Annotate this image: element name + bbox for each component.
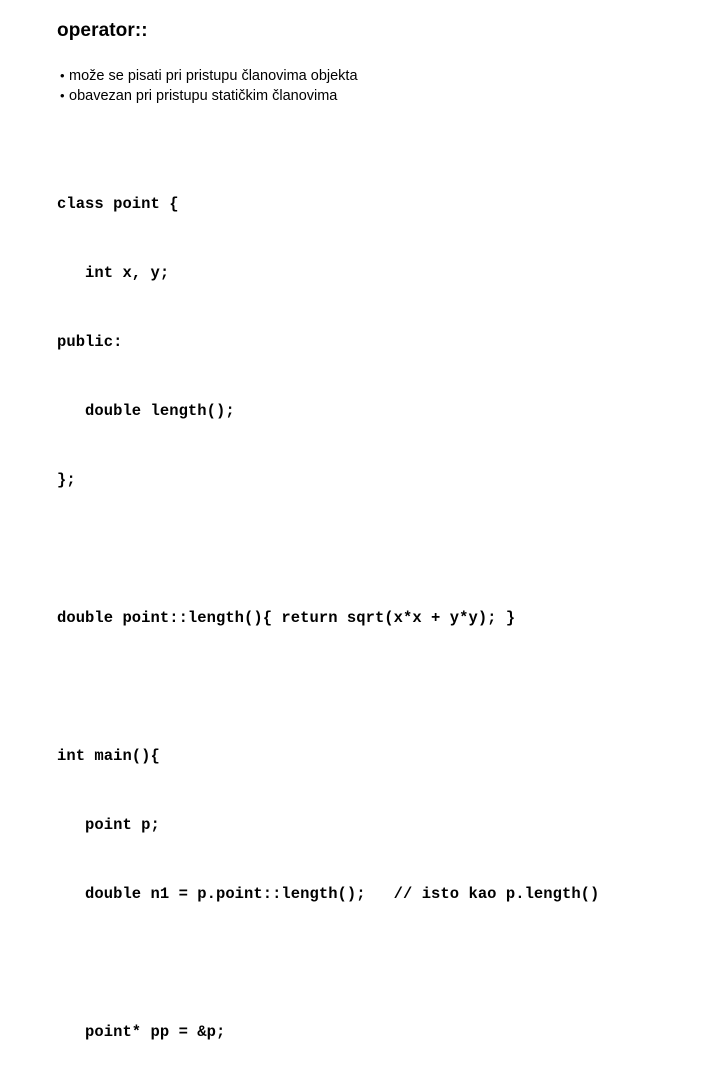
code-line: public:	[57, 333, 123, 351]
page-title: operator::	[57, 20, 148, 41]
bullet-list: • može se pisati pri pristupu članovima …	[60, 66, 660, 106]
list-item-label: obavezan pri pristupu statičkim članovim…	[69, 88, 338, 104]
list-item: • može se pisati pri pristupu članovima …	[60, 66, 660, 86]
code-line: double length();	[57, 402, 235, 420]
code-line: int x, y;	[57, 264, 170, 282]
code-line: };	[57, 471, 76, 489]
list-item-label: može se pisati pri pristupu članovima ob…	[69, 68, 358, 84]
code-line: double point::length(){ return sqrt(x*x …	[57, 609, 516, 627]
code-block: class point { int x, y; public: double l…	[57, 147, 618, 1080]
code-line: point* pp = &p;	[57, 1023, 226, 1041]
code-line: class point {	[57, 195, 179, 213]
list-item: • obavezan pri pristupu statičkim članov…	[60, 86, 660, 106]
slide-canvas: operator:: • može se pisati pri pristupu…	[0, 0, 720, 1041]
code-line: point p;	[57, 816, 160, 834]
bullet-point-icon: •	[60, 88, 65, 103]
code-line: double n1 = p.point::length(); // isto k…	[57, 885, 600, 903]
code-line: int main(){	[57, 747, 160, 765]
bullet-point-icon: •	[60, 68, 65, 83]
